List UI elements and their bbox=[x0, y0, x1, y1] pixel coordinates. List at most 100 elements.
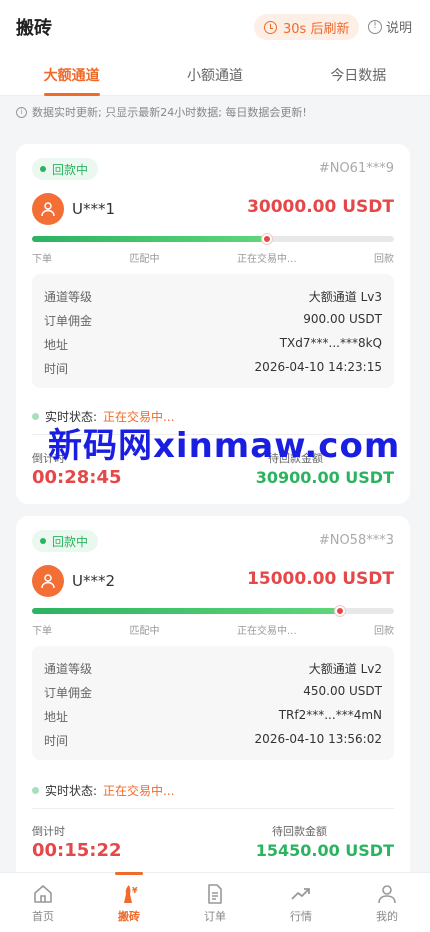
watermark: 新码网xinmaw.com bbox=[48, 426, 401, 466]
tabbar-item-profile[interactable]: 我的 bbox=[344, 873, 430, 932]
detail-row: 时间 2026-04-10 13:56:02 bbox=[44, 732, 382, 749]
step-label: 匹配中 bbox=[129, 254, 160, 265]
refresh-label: 30s 后刷新 bbox=[283, 21, 350, 37]
progress-bar bbox=[32, 606, 394, 616]
realtime-status: 实时状态: 正在交易中... bbox=[32, 782, 175, 799]
user-icon bbox=[378, 885, 396, 904]
avatar bbox=[32, 565, 64, 597]
detail-value: 2026-04-10 14:23:15 bbox=[254, 360, 382, 374]
progress-steps: 下单 匹配中 正在交易中... 回款 bbox=[32, 622, 394, 637]
detail-value: TRf2***...***4mN bbox=[278, 708, 382, 722]
step-label: 回款 bbox=[374, 254, 394, 265]
progress-fill bbox=[32, 608, 340, 614]
step-label: 下单 bbox=[32, 626, 52, 637]
status-label: 回款中 bbox=[52, 534, 89, 549]
detail-value: TXd7***...***8kQ bbox=[279, 336, 382, 350]
detail-row: 地址 TXd7***...***8kQ bbox=[44, 336, 382, 353]
refresh-timer-badge[interactable]: 30s 后刷新 bbox=[254, 14, 360, 40]
tabbar-item-home[interactable]: 首页 bbox=[0, 873, 86, 932]
order-details: 通道等级 大额通道 Lv3 订单佣金 900.00 USDT 地址 TXd7***..… bbox=[32, 274, 394, 388]
detail-value: 大额通道 Lv2 bbox=[308, 662, 382, 676]
order-amount: 30000.00 USDT bbox=[247, 197, 394, 217]
svg-text:¥: ¥ bbox=[132, 886, 138, 895]
detail-row: 订单佣金 900.00 USDT bbox=[44, 312, 382, 329]
notice-text: 数据实时更新; 只显示最新24小时数据; 每日数据会更新! bbox=[32, 106, 307, 119]
tabbar-item-market[interactable]: 行情 bbox=[258, 873, 344, 932]
order-card[interactable]: 回款中 #NO58***3 U***2 15000.00 USDT 下单 匹配中… bbox=[16, 516, 410, 886]
order-amount: 15000.00 USDT bbox=[247, 569, 394, 589]
step-label: 正在交易中... bbox=[236, 626, 297, 637]
step-label: 正在交易中... bbox=[236, 254, 297, 265]
notice-bar: i 数据实时更新; 只显示最新24小时数据; 每日数据会更新! bbox=[16, 104, 307, 120]
info-icon: ! bbox=[368, 19, 382, 34]
detail-value: 900.00 USDT bbox=[303, 312, 382, 326]
brick-coin-icon: ¥ bbox=[124, 885, 138, 903]
order-details: 通道等级 大额通道 Lv2 订单佣金 450.00 USDT 地址 TRf2***..… bbox=[32, 646, 394, 760]
step-label: 匹配中 bbox=[129, 626, 160, 637]
status-dot bbox=[40, 166, 46, 172]
realtime-label: 实时状态: bbox=[45, 784, 98, 798]
user-icon bbox=[41, 202, 55, 217]
user-icon bbox=[41, 574, 55, 589]
user-name: U***1 bbox=[72, 200, 116, 218]
detail-label: 时间 bbox=[44, 734, 69, 748]
status-dot bbox=[40, 538, 46, 544]
realtime-value: 正在交易中... bbox=[103, 784, 175, 798]
status-dot bbox=[32, 787, 39, 794]
status-badge: 回款中 bbox=[32, 158, 99, 180]
tab-small-channel[interactable]: 小额通道 bbox=[143, 56, 286, 95]
avatar bbox=[32, 193, 64, 225]
detail-row: 地址 TRf2***...***4mN bbox=[44, 708, 382, 725]
tabbar-item-brick[interactable]: ¥ 搬砖 bbox=[86, 872, 172, 932]
countdown-timer: 00:15:22 bbox=[32, 840, 122, 861]
tabbar-label: 我的 bbox=[376, 910, 398, 923]
page-title: 搬砖 bbox=[16, 18, 52, 39]
progress-fill bbox=[32, 236, 268, 242]
status-badge: 回款中 bbox=[32, 530, 99, 552]
help-label: 说明 bbox=[386, 21, 413, 36]
countdown-label: 倒计时 bbox=[32, 825, 65, 838]
trend-icon bbox=[291, 888, 310, 900]
detail-row: 订单佣金 450.00 USDT bbox=[44, 684, 382, 701]
detail-row: 时间 2026-04-10 14:23:15 bbox=[44, 360, 382, 377]
pending-amount: 30900.00 USDT bbox=[255, 468, 394, 487]
status-label: 回款中 bbox=[52, 162, 89, 177]
progress-steps: 下单 匹配中 正在交易中... 回款 bbox=[32, 250, 394, 265]
tab-large-channel[interactable]: 大额通道 bbox=[0, 56, 143, 96]
tabbar-label: 订单 bbox=[204, 910, 226, 923]
document-icon bbox=[208, 884, 222, 904]
help-button[interactable]: ! 说明 bbox=[368, 17, 412, 36]
step-label: 回款 bbox=[374, 626, 394, 637]
detail-label: 订单佣金 bbox=[44, 314, 93, 328]
channel-tabs: 大额通道 小额通道 今日数据 bbox=[0, 56, 430, 96]
divider bbox=[32, 808, 394, 809]
tabbar-label: 首页 bbox=[32, 910, 54, 923]
tabbar-item-orders[interactable]: 订单 bbox=[172, 873, 258, 932]
bottom-tab-bar: 首页 ¥ 搬砖 订单 行情 我的 bbox=[0, 872, 430, 932]
detail-row: 通道等级 大额通道 Lv2 bbox=[44, 660, 382, 677]
detail-value: 450.00 USDT bbox=[303, 684, 382, 698]
step-label: 下单 bbox=[32, 254, 52, 265]
detail-row: 通道等级 大额通道 Lv3 bbox=[44, 288, 382, 305]
tab-today-data[interactable]: 今日数据 bbox=[287, 56, 430, 95]
progress-knob bbox=[262, 234, 273, 244]
progress-knob bbox=[334, 606, 345, 616]
tabbar-label: 行情 bbox=[290, 910, 312, 923]
detail-label: 通道等级 bbox=[44, 662, 93, 676]
clock-icon bbox=[264, 20, 277, 34]
pending-label: 待回款金额 bbox=[272, 825, 327, 838]
order-number: #NO58***3 bbox=[318, 533, 394, 548]
detail-value: 2026-04-10 13:56:02 bbox=[254, 732, 382, 746]
pending-amount: 15450.00 USDT bbox=[255, 841, 394, 860]
home-icon bbox=[34, 885, 52, 903]
status-dot bbox=[32, 413, 39, 420]
progress-bar bbox=[32, 234, 394, 244]
detail-label: 通道等级 bbox=[44, 290, 93, 304]
detail-value: 大额通道 Lv3 bbox=[308, 290, 382, 304]
detail-label: 时间 bbox=[44, 362, 69, 376]
detail-label: 地址 bbox=[44, 338, 69, 352]
order-number: #NO61***9 bbox=[318, 161, 394, 176]
countdown-timer: 00:28:45 bbox=[32, 467, 122, 488]
user-name: U***2 bbox=[72, 572, 116, 590]
info-icon: i bbox=[16, 106, 27, 118]
